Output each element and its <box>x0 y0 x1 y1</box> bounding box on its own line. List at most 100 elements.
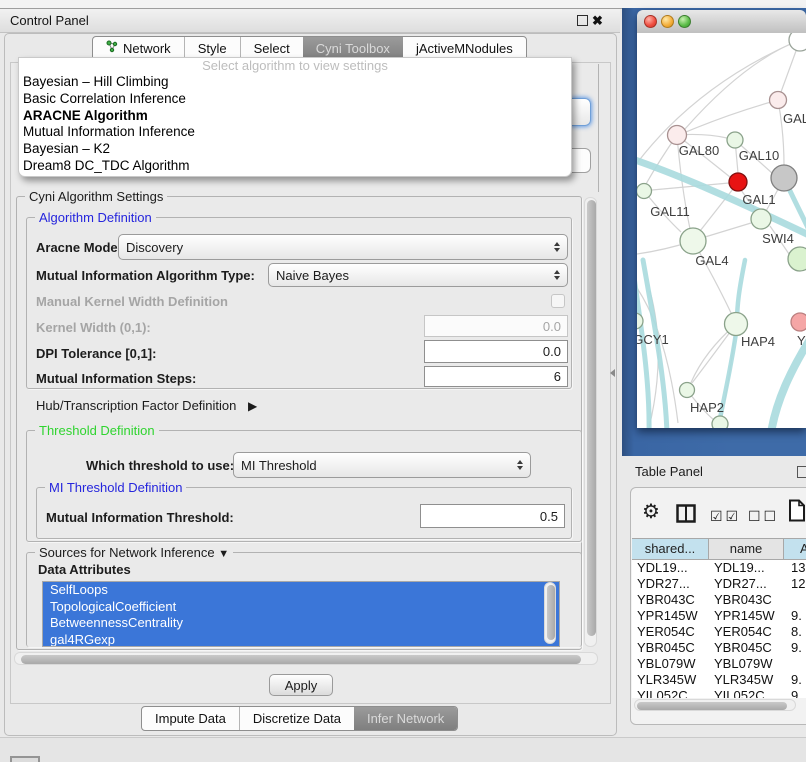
gear-icon[interactable]: ⚙ <box>642 500 660 524</box>
network-edge-highlighted[interactable] <box>771 336 806 428</box>
column-header[interactable]: shared... <box>632 539 709 559</box>
mi-threshold-value: 0.5 <box>540 509 558 524</box>
tab-label: Impute Data <box>155 707 226 730</box>
settings-horizontal-scrollbar[interactable] <box>14 652 598 665</box>
table-row[interactable]: YBR043CYBR043C <box>632 592 806 608</box>
tab-infer-network[interactable]: Infer Network <box>354 707 457 730</box>
dropdown-item[interactable]: Bayesian – K2 <box>19 141 571 158</box>
minimize-traffic-light-icon[interactable] <box>661 15 674 28</box>
tab-label: Infer Network <box>367 707 444 730</box>
network-edge[interactable] <box>686 100 778 132</box>
column-header[interactable]: name <box>709 539 784 559</box>
close-traffic-light-icon[interactable] <box>644 15 657 28</box>
attribute-item[interactable]: BetweennessCentrality <box>43 615 559 632</box>
dropdown-item[interactable]: Dream8 DC_TDC Algorithm <box>19 158 571 175</box>
dpi-tolerance-input[interactable]: 0.0 <box>424 340 568 363</box>
dropdown-item[interactable]: Mutual Information Inference <box>19 124 571 141</box>
table-row[interactable]: YLR345WYLR345W9. <box>632 672 806 688</box>
mi-algorithm-type-value: Naive Bayes <box>276 268 349 283</box>
network-edge[interactable] <box>705 223 751 237</box>
table-panel-title: Table Panel <box>635 464 703 479</box>
mi-steps-value: 6 <box>554 369 561 384</box>
network-node-gal80[interactable] <box>668 126 687 145</box>
apply-button[interactable]: Apply <box>269 674 333 696</box>
table-cell: YIL052C <box>709 688 784 698</box>
network-window-titlebar <box>637 10 806 34</box>
network-node-hap2[interactable] <box>680 383 695 398</box>
which-threshold-value: MI Threshold <box>241 458 317 473</box>
table-panel-float-icon[interactable] <box>797 466 806 478</box>
tab-impute-data[interactable]: Impute Data <box>142 707 239 730</box>
table-cell: YIL052C <box>632 688 709 698</box>
network-node[interactable] <box>771 165 797 191</box>
mi-steps-input[interactable]: 6 <box>424 366 568 387</box>
table-horizontal-scrollbar-thumb[interactable] <box>637 702 787 710</box>
column-header[interactable]: A <box>784 539 806 559</box>
network-node-gal[interactable] <box>770 92 787 109</box>
algorithm-dropdown-items: Bayesian – Hill ClimbingBasic Correlatio… <box>19 74 571 175</box>
table-row[interactable]: YIL052CYIL052C9 <box>632 688 806 698</box>
select-all-checkboxes-icon[interactable]: ☑☑ <box>710 506 741 526</box>
data-attributes-list[interactable]: SelfLoopsTopologicalCoefficientBetweenne… <box>42 581 560 647</box>
close-icon[interactable]: ✖ <box>592 9 603 32</box>
tab-discretize-data[interactable]: Discretize Data <box>239 707 354 730</box>
which-threshold-select[interactable]: MI Threshold <box>233 452 531 478</box>
attribute-item[interactable]: gal4RGexp <box>43 632 559 648</box>
mi-threshold-input[interactable]: 0.5 <box>420 504 565 528</box>
attributes-scrollbar-thumb[interactable] <box>547 585 555 640</box>
attributes-scrollbar[interactable] <box>544 582 556 644</box>
table-cell: YBR045C <box>632 640 709 656</box>
network-node[interactable] <box>789 33 806 51</box>
sources-toggle[interactable]: Sources for Network Inference ▼ <box>35 545 233 560</box>
table-horizontal-scrollbar[interactable] <box>634 699 796 711</box>
combo-fragment <box>572 148 591 173</box>
split-pane-handle-icon[interactable] <box>610 369 615 377</box>
network-node-hap4[interactable] <box>725 313 748 336</box>
bottom-tab-bar: Impute Data Discretize Data Infer Network <box>141 706 458 731</box>
table-cell: YBR043C <box>632 592 709 608</box>
table-row[interactable]: YPR145WYPR145W9. <box>632 608 806 624</box>
settings-vertical-scrollbar[interactable] <box>584 197 597 647</box>
float-window-icon[interactable] <box>577 15 588 26</box>
table-row[interactable]: YDR27...YDR27...12 <box>632 576 806 592</box>
network-node-label: Y <box>797 333 806 348</box>
attribute-item[interactable]: SelfLoops <box>43 582 559 599</box>
table-row[interactable]: YDL19...YDL19...13 <box>632 560 806 576</box>
settings-vertical-scrollbar-thumb[interactable] <box>587 200 596 636</box>
minimized-panel-icon[interactable] <box>10 756 40 762</box>
mi-algorithm-type-select[interactable]: Naive Bayes <box>268 263 568 287</box>
background-group-border <box>598 64 599 192</box>
network-canvas[interactable]: GALGAL80GAL10GAL1GAL11SWI4GAL4GCY1HAP4YH… <box>637 33 806 428</box>
deselect-all-checkboxes-icon[interactable]: ☐☐ <box>748 506 779 526</box>
table-row[interactable]: YER054CYER054C8. <box>632 624 806 640</box>
network-node[interactable] <box>712 416 728 428</box>
network-node-gal1[interactable] <box>751 209 771 229</box>
table-cell: YDR27... <box>709 576 784 592</box>
zoom-traffic-light-icon[interactable] <box>678 15 691 28</box>
aracne-mode-label: Aracne Mode: <box>36 240 122 255</box>
mi-steps-label: Mutual Information Steps: <box>36 371 196 386</box>
table-row[interactable]: YBL079WYBL079W <box>632 656 806 672</box>
network-node-y[interactable] <box>791 313 806 331</box>
kernel-width-value: 0.0 <box>543 319 561 334</box>
document-icon[interactable] <box>788 499 806 525</box>
network-node-gal4[interactable] <box>680 228 706 254</box>
dropdown-item[interactable]: Bayesian – Hill Climbing <box>19 74 571 91</box>
aracne-mode-select[interactable]: Discovery <box>118 234 568 260</box>
network-node-gal10[interactable] <box>727 132 743 148</box>
dropdown-item[interactable]: Basic Correlation Inference <box>19 91 571 108</box>
table-header-row: shared...nameA <box>632 538 806 560</box>
table-cell: YDL19... <box>709 560 784 576</box>
network-node-label: SWI4 <box>762 231 794 246</box>
column-browser-icon[interactable] <box>676 504 696 526</box>
table-row[interactable]: YBR045CYBR045C9. <box>632 640 806 656</box>
network-node[interactable] <box>729 173 747 191</box>
network-window[interactable]: GALGAL80GAL10GAL1GAL11SWI4GAL4GCY1HAP4YH… <box>637 10 806 428</box>
attribute-item[interactable]: TopologicalCoefficient <box>43 599 559 616</box>
algorithm-dropdown-placeholder: Select algorithm to view settings <box>19 58 571 74</box>
network-node-swi4[interactable] <box>788 247 806 271</box>
hub-definition-toggle[interactable]: Hub/Transcription Factor Definition ▶ <box>36 398 257 413</box>
dropdown-item[interactable]: ARACNE Algorithm <box>19 108 571 125</box>
settings-horizontal-scrollbar-thumb[interactable] <box>21 655 581 664</box>
network-node-gal11[interactable] <box>637 184 652 199</box>
